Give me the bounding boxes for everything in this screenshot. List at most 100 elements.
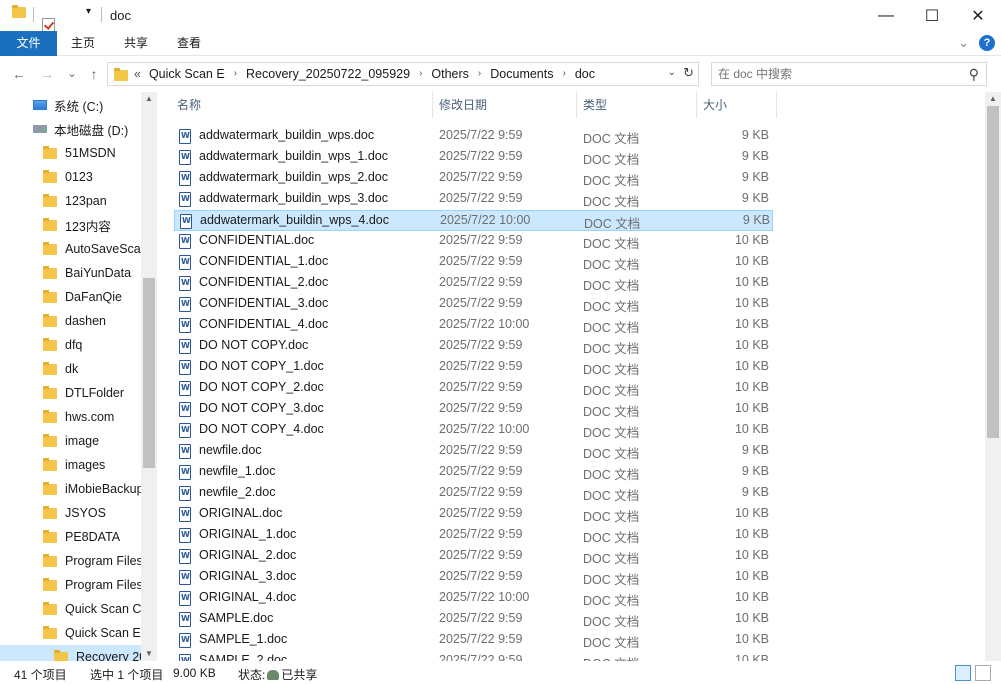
- overflow-icon[interactable]: «: [134, 63, 141, 85]
- file-row[interactable]: addwatermark_buildin_wps_4.doc 2025/7/22 …: [174, 210, 773, 231]
- file-row[interactable]: ORIGINAL_3.doc 2025/7/22 9:59 DOC 文档 10 KB: [174, 567, 773, 588]
- sidebar-item[interactable]: 123pan: [0, 189, 141, 213]
- address-bar[interactable]: « Quick Scan E › Recovery_20250722_09592…: [107, 62, 699, 86]
- crumb-recovery[interactable]: Recovery_20250722_095929: [246, 63, 410, 85]
- maximize-button[interactable]: ☐: [909, 0, 955, 31]
- file-row[interactable]: CONFIDENTIAL.doc 2025/7/22 9:59 DOC 文档 10 K…: [174, 231, 773, 252]
- file-row[interactable]: SAMPLE_1.doc 2025/7/22 9:59 DOC 文档 10 KB: [174, 630, 773, 651]
- back-button[interactable]: ←: [10, 64, 28, 84]
- tab-share[interactable]: 共享: [114, 31, 158, 56]
- file-row[interactable]: addwatermark_buildin_wps_3.doc 2025/7/22 …: [174, 189, 773, 210]
- refresh-icon[interactable]: ↻: [683, 65, 694, 81]
- file-row[interactable]: newfile_2.doc 2025/7/22 9:59 DOC 文档 9 KB: [174, 483, 773, 504]
- crumb-quick-scan[interactable]: Quick Scan E: [149, 63, 225, 85]
- sidebar-item[interactable]: iMobieBackup: [0, 477, 141, 501]
- file-type: DOC 文档: [583, 279, 640, 293]
- customize-toolbar-icon[interactable]: ▾: [86, 6, 91, 17]
- scroll-up-icon[interactable]: ▲: [141, 92, 157, 106]
- sidebar-item[interactable]: 51MSDN: [0, 141, 141, 165]
- crumb-others[interactable]: Others: [431, 63, 469, 85]
- scrollbar-thumb[interactable]: [987, 106, 999, 438]
- large-icons-view-icon[interactable]: [975, 665, 991, 681]
- file-row[interactable]: addwatermark_buildin_wps_1.doc 2025/7/22 …: [174, 147, 773, 168]
- tab-view[interactable]: 查看: [167, 31, 211, 56]
- sidebar-item[interactable]: dfq: [0, 333, 141, 357]
- file-row[interactable]: addwatermark_buildin_wps.doc 2025/7/22 9:…: [174, 126, 773, 147]
- sidebar-scrollbar[interactable]: ▲ ▼: [141, 92, 157, 661]
- sidebar-item[interactable]: dashen: [0, 309, 141, 333]
- file-list-scrollbar[interactable]: ▲: [985, 92, 1001, 661]
- scroll-down-icon[interactable]: ▼: [141, 647, 157, 661]
- chevron-right-icon[interactable]: ›: [563, 63, 566, 85]
- file-row[interactable]: DO NOT COPY.doc 2025/7/22 9:59 DOC 文档 10 KB: [174, 336, 773, 357]
- chevron-down-icon[interactable]: ⌄: [668, 67, 676, 78]
- sidebar-item[interactable]: DaFanQie: [0, 285, 141, 309]
- file-row[interactable]: CONFIDENTIAL_1.doc 2025/7/22 9:59 DOC 文档 10…: [174, 252, 773, 273]
- sidebar-item-label: Quick Scan C: [65, 602, 141, 616]
- file-size: 10 KB: [734, 338, 769, 352]
- file-row[interactable]: DO NOT COPY_4.doc 2025/7/22 10:00 DOC 文档 10…: [174, 420, 773, 441]
- recent-locations-button[interactable]: ⌄: [63, 64, 81, 84]
- sidebar-item[interactable]: Quick Scan E: [0, 621, 141, 645]
- minimize-button[interactable]: —: [863, 0, 909, 31]
- file-row[interactable]: ORIGINAL.doc 2025/7/22 9:59 DOC 文档 10 KB: [174, 504, 773, 525]
- file-row[interactable]: ORIGINAL_1.doc 2025/7/22 9:59 DOC 文档 10 KB: [174, 525, 773, 546]
- sidebar-item[interactable]: 0123: [0, 165, 141, 189]
- sidebar-item[interactable]: AutoSaveScan: [0, 237, 141, 261]
- sidebar-item[interactable]: BaiYunData: [0, 261, 141, 285]
- file-row[interactable]: SAMPLE_2.doc 2025/7/22 9:59 DOC 文档 10 KB: [174, 651, 773, 661]
- sidebar-item[interactable]: 系统 (C:): [0, 93, 141, 117]
- sidebar-item[interactable]: hws.com: [0, 405, 141, 429]
- search-icon[interactable]: ⚲: [969, 66, 979, 83]
- scroll-up-icon[interactable]: ▲: [985, 92, 1001, 106]
- sidebar-item[interactable]: Recovery 20: [0, 645, 141, 661]
- tab-file[interactable]: 文件: [0, 31, 57, 56]
- file-row[interactable]: addwatermark_buildin_wps_2.doc 2025/7/22 …: [174, 168, 773, 189]
- file-row[interactable]: ORIGINAL_4.doc 2025/7/22 10:00 DOC 文档 10 KB: [174, 588, 773, 609]
- sidebar-item[interactable]: JSYOS: [0, 501, 141, 525]
- file-row[interactable]: DO NOT COPY_1.doc 2025/7/22 9:59 DOC 文档 10 …: [174, 357, 773, 378]
- crumb-doc[interactable]: doc: [575, 63, 595, 85]
- file-name: addwatermark_buildin_wps_2.doc: [199, 170, 389, 184]
- file-row[interactable]: CONFIDENTIAL_3.doc 2025/7/22 9:59 DOC 文档 10…: [174, 294, 773, 315]
- file-row[interactable]: newfile.doc 2025/7/22 9:59 DOC 文档 9 KB: [174, 441, 773, 462]
- properties-icon[interactable]: [42, 18, 55, 32]
- column-header-name[interactable]: 名称: [171, 92, 433, 118]
- chevron-right-icon[interactable]: ›: [419, 63, 422, 85]
- sidebar-item[interactable]: Quick Scan C: [0, 597, 141, 621]
- navigation-bar: ← → ⌄ ↑ « Quick Scan E › Recovery_202507…: [0, 60, 1001, 88]
- details-view-icon[interactable]: [955, 665, 971, 681]
- search-input[interactable]: [718, 66, 958, 82]
- column-header-type[interactable]: 类型: [577, 92, 697, 118]
- sidebar-item[interactable]: Program Files: [0, 549, 141, 573]
- sidebar-item[interactable]: Program Files: [0, 573, 141, 597]
- help-icon[interactable]: ?: [979, 35, 995, 51]
- chevron-right-icon[interactable]: ›: [478, 63, 481, 85]
- file-row[interactable]: CONFIDENTIAL_4.doc 2025/7/22 10:00 DOC 文档 1…: [174, 315, 773, 336]
- forward-button[interactable]: →: [38, 64, 56, 84]
- sidebar-item[interactable]: images: [0, 453, 141, 477]
- tab-home[interactable]: 主页: [61, 31, 105, 56]
- scrollbar-thumb[interactable]: [143, 278, 155, 468]
- file-row[interactable]: SAMPLE.doc 2025/7/22 9:59 DOC 文档 10 KB: [174, 609, 773, 630]
- sidebar-item[interactable]: 123内容: [0, 213, 141, 237]
- sidebar-item[interactable]: 本地磁盘 (D:): [0, 117, 141, 141]
- sidebar-item-label: Quick Scan E: [65, 626, 141, 640]
- close-button[interactable]: ✕: [955, 0, 1001, 31]
- file-row[interactable]: newfile_1.doc 2025/7/22 9:59 DOC 文档 9 KB: [174, 462, 773, 483]
- file-row[interactable]: DO NOT COPY_3.doc 2025/7/22 9:59 DOC 文档 10 …: [174, 399, 773, 420]
- file-row[interactable]: DO NOT COPY_2.doc 2025/7/22 9:59 DOC 文档 10 …: [174, 378, 773, 399]
- column-header-size[interactable]: 大小: [697, 92, 777, 118]
- file-row[interactable]: ORIGINAL_2.doc 2025/7/22 9:59 DOC 文档 10 KB: [174, 546, 773, 567]
- up-button[interactable]: ↑: [85, 64, 103, 84]
- expand-ribbon-icon[interactable]: ⌄: [958, 35, 969, 51]
- crumb-documents[interactable]: Documents: [490, 63, 553, 85]
- separator: [33, 7, 34, 22]
- sidebar-item[interactable]: DTLFolder: [0, 381, 141, 405]
- sidebar-item[interactable]: PE8DATA: [0, 525, 141, 549]
- sidebar-item[interactable]: image: [0, 429, 141, 453]
- file-row[interactable]: CONFIDENTIAL_2.doc 2025/7/22 9:59 DOC 文档 10…: [174, 273, 773, 294]
- sidebar-item[interactable]: dk: [0, 357, 141, 381]
- column-header-date[interactable]: 修改日期: [433, 92, 577, 118]
- chevron-right-icon[interactable]: ›: [234, 63, 237, 85]
